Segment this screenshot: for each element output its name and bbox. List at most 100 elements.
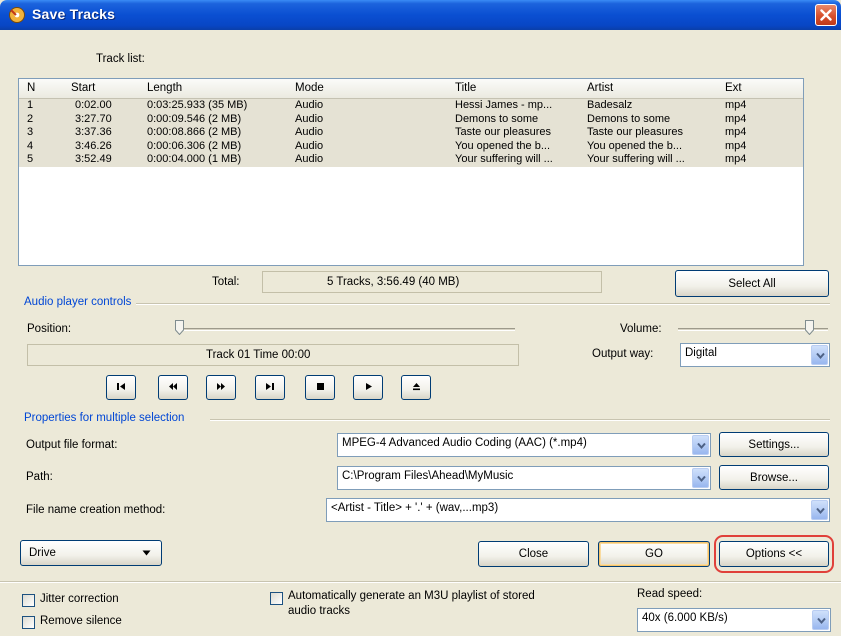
skip-to-end-icon [266, 382, 274, 390]
total-field: 5 Tracks, 3:56.49 (40 MB) [262, 271, 602, 293]
window-title: Save Tracks [32, 6, 116, 22]
position-slider-thumb[interactable] [175, 320, 184, 335]
volume-label: Volume: [620, 323, 662, 335]
path-label: Path: [26, 471, 53, 483]
read-speed-value: 40x (6.000 KB/s) [642, 612, 728, 624]
read-speed-select[interactable]: 40x (6.000 KB/s) [637, 608, 831, 632]
cell-n: 4 [27, 139, 34, 152]
volume-slider-thumb[interactable] [804, 320, 814, 335]
close-icon [820, 9, 832, 21]
total-value: 5 Tracks, 3:56.49 (40 MB) [327, 276, 460, 288]
cell-ext: mp4 [725, 139, 747, 152]
filename-method-dropdown-button[interactable] [811, 500, 828, 520]
m3u-playlist-checkbox[interactable] [270, 592, 283, 605]
stop-icon [316, 382, 324, 390]
track-list[interactable]: N Start Length Mode Title Artist Ext 1 0… [18, 78, 804, 266]
jitter-correction-checkbox[interactable] [22, 594, 35, 607]
output-format-value: MPEG-4 Advanced Audio Coding (AAC) (*.mp… [342, 437, 587, 449]
column-header-artist[interactable]: Artist [587, 82, 613, 94]
cell-n: 3 [27, 126, 34, 139]
cell-length: 0:00:09.546 (2 MB) [147, 112, 242, 125]
stop-button[interactable] [305, 375, 335, 400]
cell-artist: Demons to some [587, 112, 671, 125]
cell-title: You opened the b... [455, 139, 551, 152]
cell-mode: Audio [295, 153, 324, 166]
cell-title: Demons to some [455, 112, 539, 125]
table-row[interactable]: 2 3:27.70 0:00:09.546 (2 MB) Audio Demon… [19, 112, 803, 127]
column-header-n[interactable]: N [27, 82, 35, 94]
close-window-button[interactable] [815, 4, 837, 26]
cell-start: 0:02.00 [75, 99, 112, 111]
cell-artist: Taste our pleasures [587, 126, 683, 139]
cell-start: 3:46.26 [75, 139, 112, 152]
filename-method-select[interactable]: <Artist - Title> + '.' + (wav,...mp3) [326, 498, 830, 522]
output-way-dropdown-button[interactable] [811, 345, 828, 365]
column-header-mode[interactable]: Mode [295, 82, 324, 94]
position-slider-track[interactable] [175, 328, 515, 331]
fast-forward-button[interactable] [206, 375, 236, 400]
cell-ext: mp4 [725, 112, 747, 125]
output-way-value: Digital [685, 347, 717, 359]
chevron-down-icon [817, 617, 826, 625]
column-header-length[interactable]: Length [147, 82, 182, 94]
skip-to-end-button[interactable] [255, 375, 285, 400]
browse-button[interactable]: Browse... [719, 465, 829, 490]
cell-artist: Your suffering will ... [587, 153, 685, 166]
cell-length: 0:00:04.000 (1 MB) [147, 153, 242, 166]
cell-mode: Audio [295, 112, 324, 125]
cell-title: Taste our pleasures [455, 126, 551, 139]
remove-silence-checkbox[interactable] [22, 616, 35, 629]
m3u-playlist-label-line2: audio tracks [288, 605, 351, 617]
fast-forward-icon [217, 382, 225, 390]
column-header-start[interactable]: Start [71, 82, 95, 94]
select-all-button[interactable]: Select All [675, 270, 829, 297]
options-button[interactable]: Options << [719, 541, 829, 567]
track-list-header: N Start Length Mode Title Artist Ext [19, 79, 803, 99]
column-header-title[interactable]: Title [455, 82, 476, 94]
eject-icon [412, 382, 420, 390]
track-rows: 1 0:02.00 0:03:25.933 (35 MB) Audio Hess… [19, 99, 803, 167]
bottom-separator [0, 581, 841, 583]
output-format-label: Output file format: [26, 439, 118, 451]
skip-to-start-button[interactable] [106, 375, 136, 400]
read-speed-dropdown-button[interactable] [812, 610, 829, 630]
path-select[interactable]: C:\Program Files\Ahead\MyMusic [337, 466, 711, 490]
path-dropdown-button[interactable] [692, 468, 709, 488]
player-status-text: Track 01 Time 00:00 [206, 349, 311, 361]
table-row[interactable]: 5 3:52.49 0:00:04.000 (1 MB) Audio Your … [19, 153, 803, 167]
play-button[interactable] [353, 375, 383, 400]
cell-ext: mp4 [725, 153, 747, 166]
eject-button[interactable] [401, 375, 431, 400]
output-way-select[interactable]: Digital [680, 343, 830, 367]
properties-group-title: Properties for multiple selection [24, 412, 185, 424]
app-icon [9, 7, 25, 23]
cell-artist: Badesalz [587, 99, 633, 111]
cell-length: 0:00:06.306 (2 MB) [147, 139, 242, 152]
properties-separator [210, 419, 830, 421]
audio-player-separator [136, 303, 830, 305]
rewind-button[interactable] [158, 375, 188, 400]
drive-label: Drive [29, 547, 56, 559]
table-row[interactable]: 3 3:37.36 0:00:08.866 (2 MB) Audio Taste… [19, 126, 803, 140]
chevron-down-icon [816, 507, 825, 515]
settings-button[interactable]: Settings... [719, 432, 829, 457]
cell-length: 0:03:25.933 (35 MB) [147, 99, 248, 111]
jitter-correction-label: Jitter correction [40, 593, 119, 605]
drive-menu-button[interactable]: Drive [20, 540, 162, 566]
table-row[interactable]: 4 3:46.26 0:00:06.306 (2 MB) Audio You o… [19, 139, 803, 154]
table-row[interactable]: 1 0:02.00 0:03:25.933 (35 MB) Audio Hess… [19, 99, 803, 113]
cell-title: Hessi James - mp... [455, 99, 553, 111]
cell-ext: mp4 [725, 126, 747, 139]
go-button[interactable]: GO [598, 541, 710, 567]
column-header-ext[interactable]: Ext [725, 82, 742, 94]
output-format-select[interactable]: MPEG-4 Advanced Audio Coding (AAC) (*.mp… [337, 433, 711, 457]
cell-n: 5 [27, 153, 34, 166]
cell-start: 3:52.49 [75, 153, 112, 166]
cell-mode: Audio [295, 126, 324, 139]
remove-silence-label: Remove silence [40, 615, 122, 627]
filename-method-value: <Artist - Title> + '.' + (wav,...mp3) [331, 502, 499, 514]
m3u-playlist-label-line1: Automatically generate an M3U playlist o… [288, 590, 535, 602]
title-bar[interactable]: Save Tracks [0, 0, 841, 30]
close-button[interactable]: Close [478, 541, 589, 567]
output-format-dropdown-button[interactable] [692, 435, 709, 455]
